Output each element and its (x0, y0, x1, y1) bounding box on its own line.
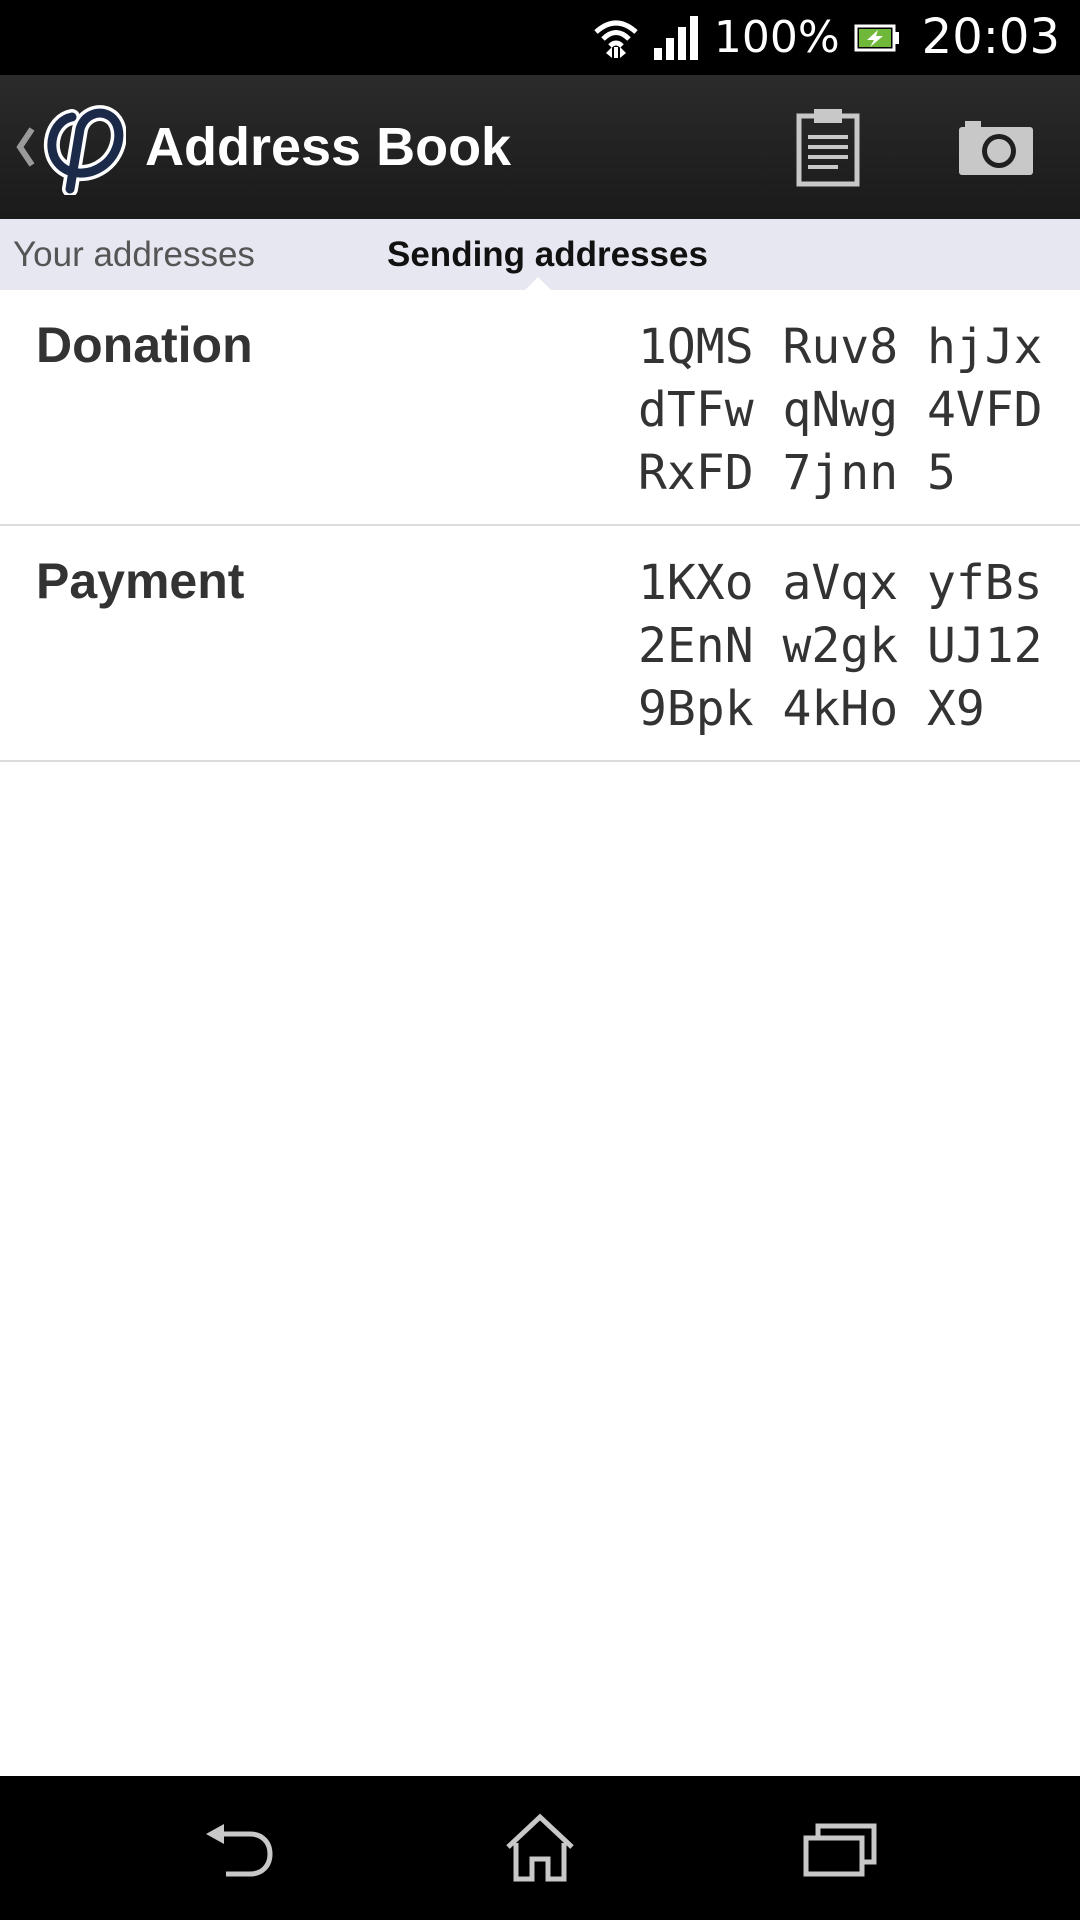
address-label: Payment (36, 553, 245, 609)
list-item[interactable]: Donation 1QMS Ruv8 hjJx dTFw qNwg 4VFD R… (0, 290, 1080, 526)
battery-charging-icon (854, 24, 899, 51)
address-line: 9Bpk 4kHo X9 (638, 681, 985, 737)
address-line: 2EnN w2gk UJ12 (638, 618, 1043, 674)
address-line: dTFw qNwg 4VFD (638, 382, 1043, 438)
list-item[interactable]: Payment 1KXo aVqx yfBs 2EnN w2gk UJ12 9B… (0, 526, 1080, 762)
home-button[interactable] (480, 1798, 600, 1898)
status-bar: 100% 20:03 (0, 0, 1080, 75)
scan-qr-button[interactable] (946, 97, 1046, 197)
back-button[interactable] (180, 1798, 300, 1898)
tab-indicator (524, 277, 552, 291)
clock: 20:03 (921, 9, 1060, 65)
clipboard-icon (796, 109, 860, 187)
wifi-icon (594, 20, 638, 58)
signal-icon (653, 15, 698, 60)
tab-your-addresses[interactable]: Your addresses (13, 219, 255, 290)
paste-clipboard-button[interactable] (778, 97, 878, 197)
camera-icon (959, 121, 1033, 175)
address-label: Donation (36, 317, 253, 373)
chevron-left-icon[interactable] (12, 119, 38, 175)
navigation-bar (0, 1776, 1080, 1920)
address-line: RxFD 7jnn 5 (638, 445, 956, 501)
battery-percent: 100% (713, 12, 840, 63)
back-icon (206, 1824, 273, 1877)
bitcoin-address: 1QMS Ruv8 hjJx dTFw qNwg 4VFD RxFD 7jnn … (638, 316, 1058, 505)
page-title: Address Book (145, 117, 512, 177)
action-bar: Address Book (0, 75, 1080, 219)
bitcoin-address: 1KXo aVqx yfBs 2EnN w2gk UJ12 9Bpk 4kHo … (638, 552, 1058, 741)
recents-icon (803, 1823, 877, 1877)
address-list: Donation 1QMS Ruv8 hjJx dTFw qNwg 4VFD R… (0, 290, 1080, 762)
app-logo[interactable] (42, 99, 126, 195)
screen: 100% 20:03 Address Book Your addresses S… (0, 0, 1080, 1920)
status-icons: 100% 20:03 (578, 0, 1060, 75)
home-icon (506, 1813, 574, 1882)
address-line: 1KXo aVqx yfBs (638, 555, 1043, 611)
recents-button[interactable] (780, 1798, 900, 1898)
address-line: 1QMS Ruv8 hjJx (638, 319, 1043, 375)
